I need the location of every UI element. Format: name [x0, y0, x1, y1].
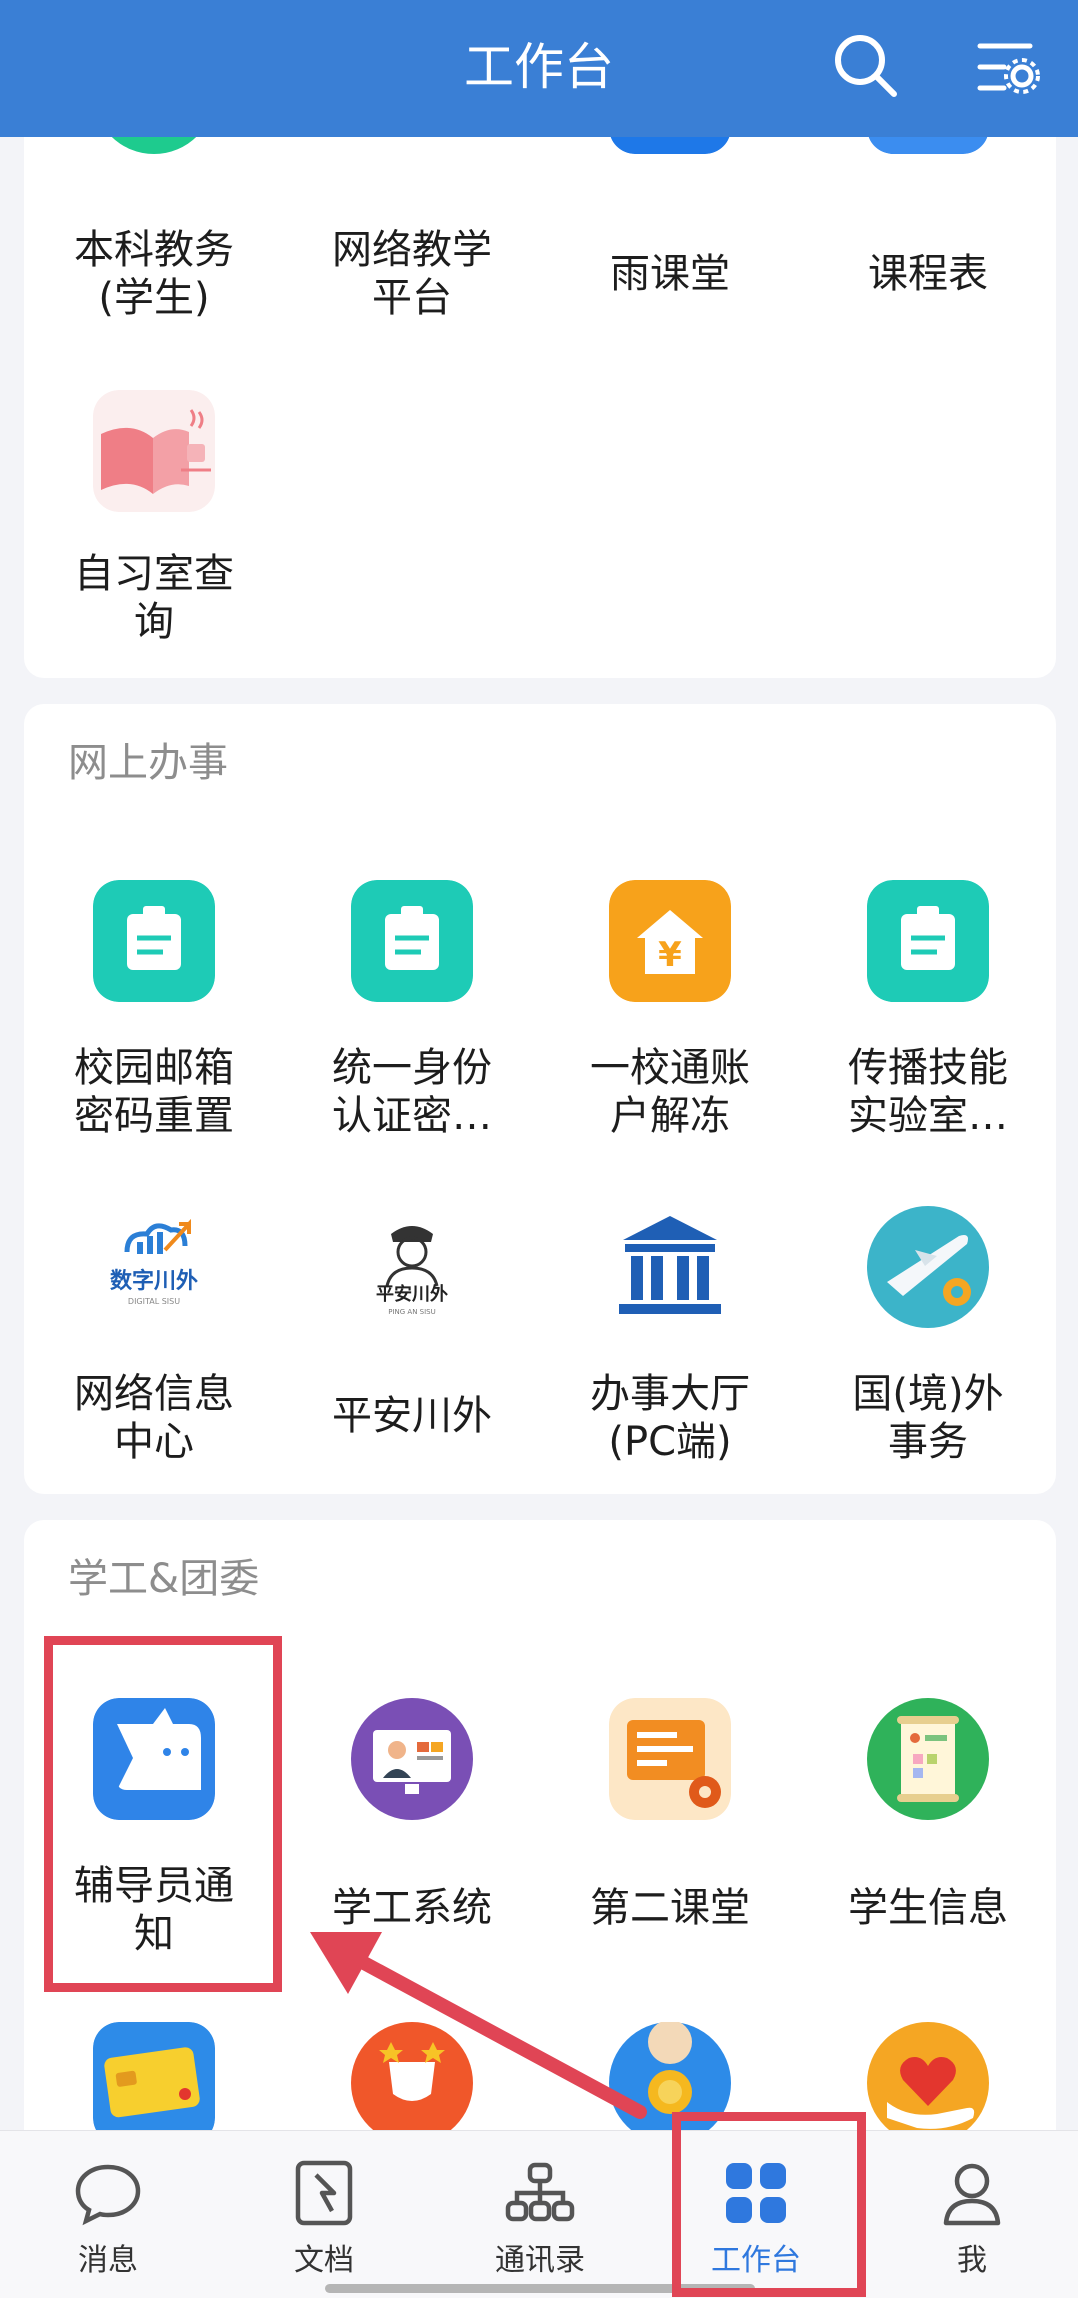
section-title: 学工&团委 [68, 1556, 260, 1602]
police-officer-icon: 平安川外 PING AN SISU [351, 1206, 473, 1328]
section-title: 网上办事 [68, 740, 228, 786]
clipboard-icon [867, 880, 989, 1002]
nav-item-documents[interactable]: 文档 [224, 2131, 424, 2298]
app-service-hall-pc[interactable]: 办事大厅 (PC端) [550, 1206, 790, 1466]
nav-item-messages[interactable]: 消息 [8, 2131, 208, 2298]
person-icon [943, 2163, 1001, 2226]
app-unified-auth[interactable]: 统一身份 认证密… [292, 880, 532, 1140]
bottom-nav: 消息 文档 通讯录 工作台 我 [0, 2130, 1078, 2298]
logo-text: 数字川外 [110, 1268, 198, 1294]
page-title: 工作台 [464, 38, 614, 96]
app-comm-lab[interactable]: 传播技能 实验室… [808, 880, 1048, 1140]
app-label: 国(境)外 事务 [852, 1371, 1004, 1465]
app-label: 校园邮箱 密码重置 [74, 1045, 234, 1139]
app-label: 第二课堂 [590, 1885, 750, 1931]
open-book-cup-icon [93, 390, 215, 512]
clipboard-icon [93, 880, 215, 1002]
app-label: 学生信息 [848, 1885, 1008, 1931]
airplane-gear-icon [867, 1206, 989, 1328]
app-email-reset[interactable]: 校园邮箱 密码重置 [34, 880, 274, 1140]
logo-subtext: DIGITAL SISU [128, 1297, 180, 1306]
app-network-info-center[interactable]: 数字川外 DIGITAL SISU 网络信息 中心 [34, 1206, 274, 1466]
app-student-work-system[interactable]: 学工系统 [292, 1698, 532, 1958]
bank-building-icon [609, 1206, 731, 1328]
logo-subtext: PING AN SISU [388, 1308, 436, 1316]
highlight-box-workbench-tab [672, 2112, 866, 2297]
house-yuan-icon: ¥ [609, 880, 731, 1002]
app-label: 课程表 [868, 251, 988, 297]
chat-bubble-icon [75, 2164, 141, 2226]
app-study-room[interactable]: 自习室查 询 [34, 390, 274, 650]
app-label: 统一身份 认证密… [332, 1045, 492, 1139]
presentation-gear-icon [609, 1698, 731, 1820]
app-label: 传播技能 实验室… [848, 1045, 1008, 1139]
app-card-unfreeze[interactable]: ¥ 一校通账 户解冻 [550, 880, 790, 1140]
search-icon[interactable] [830, 30, 902, 102]
app-label: 学工系统 [332, 1885, 492, 1931]
clipboard-icon [351, 880, 473, 1002]
app-label: 办事大厅 (PC端) [590, 1371, 750, 1465]
monitor-presenter-icon [351, 1698, 473, 1820]
nav-item-me[interactable]: 我 [872, 2131, 1072, 2298]
nav-label: 文档 [294, 2243, 354, 2278]
app-label: 平安川外 [332, 1393, 492, 1439]
app-foreign-affairs[interactable]: 国(境)外 事务 [808, 1206, 1048, 1466]
app-label: 雨课堂 [610, 251, 730, 297]
nav-label: 消息 [78, 2243, 138, 2278]
org-chart-icon [505, 2162, 575, 2222]
app-label: 本科教务 (学生) [74, 227, 234, 321]
app-label: 网络教学 平台 [332, 227, 492, 321]
logo-text: 平安川外 [376, 1283, 448, 1305]
document-icon [295, 2160, 353, 2226]
nav-item-contacts[interactable]: 通讯录 [440, 2131, 640, 2298]
app-label: 自习室查 询 [74, 551, 234, 645]
nav-label: 通讯录 [495, 2243, 585, 2278]
app-label: 网络信息 中心 [74, 1371, 234, 1465]
digital-sisu-logo-icon: 数字川外 DIGITAL SISU [93, 1206, 215, 1328]
scroll-document-icon [867, 1698, 989, 1820]
app-second-classroom[interactable]: 第二课堂 [550, 1698, 790, 1958]
bank-card-icon[interactable] [93, 2022, 215, 2144]
nav-label: 我 [957, 2243, 987, 2278]
highlight-box-counselor-notice [44, 1636, 282, 1992]
trophy-icon[interactable] [351, 2022, 473, 2144]
app-label: 一校通账 户解冻 [590, 1045, 750, 1139]
svg-text:¥: ¥ [658, 935, 682, 975]
settings-list-icon[interactable] [976, 38, 1040, 96]
app-safe-sisu[interactable]: 平安川外 PING AN SISU 平安川外 [292, 1206, 532, 1466]
heart-hand-icon[interactable] [867, 2022, 989, 2144]
top-bar: 工作台 [0, 0, 1078, 137]
app-student-info[interactable]: 学生信息 [808, 1698, 1048, 1958]
